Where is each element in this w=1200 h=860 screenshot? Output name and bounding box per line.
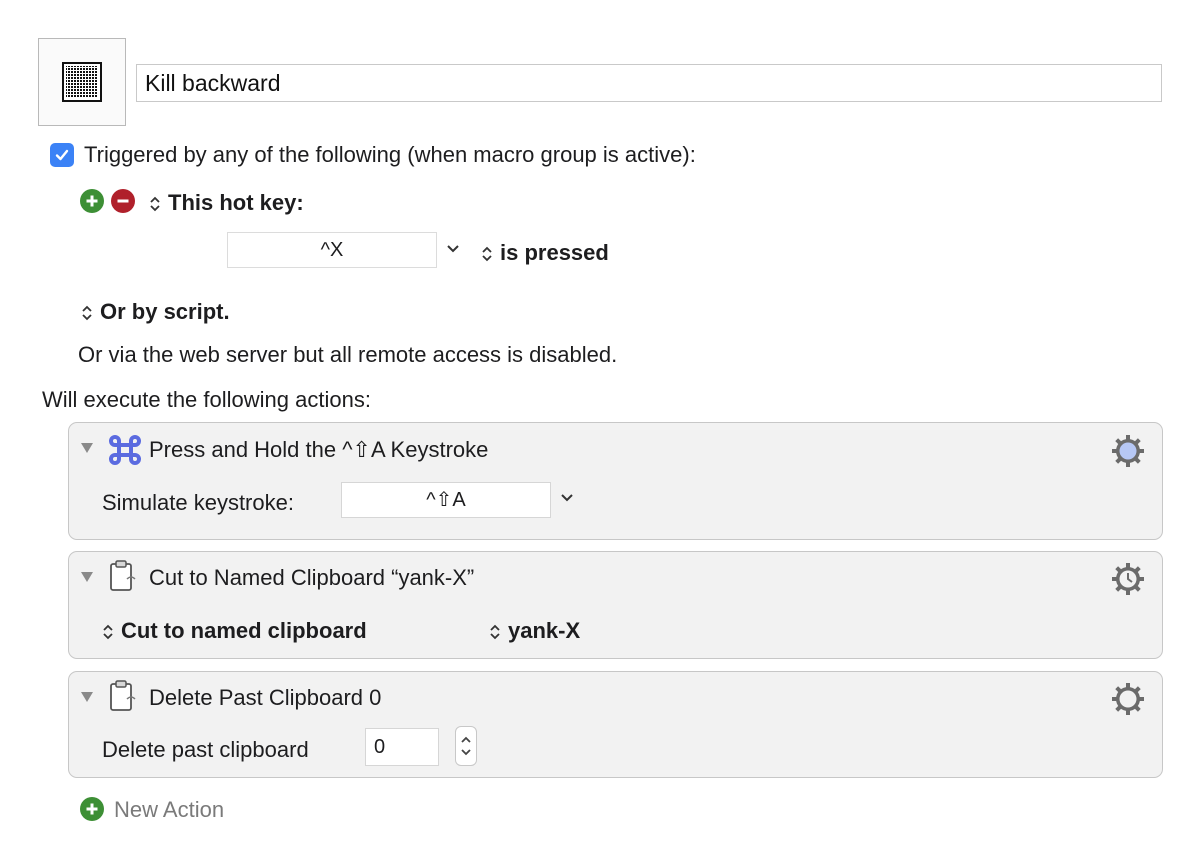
hotkey-trigger-popup[interactable]: This hot key: (148, 190, 304, 216)
action-delete-past-clipboard[interactable]: Delete Past Clipboard 0 Delete past clip… (68, 671, 1163, 778)
plus-icon (86, 803, 98, 815)
updown-chevron-icon (103, 624, 113, 640)
new-action-button[interactable]: New Action (114, 797, 224, 823)
script-trigger-label: Or by script. (100, 299, 230, 324)
named-clipboard-popup[interactable]: yank-X (488, 618, 580, 644)
macro-icon-well[interactable] (38, 38, 126, 126)
updown-chevron-icon (82, 305, 92, 321)
gear-icon[interactable] (1110, 561, 1146, 597)
action-title: Press and Hold the ^⇧A Keystroke (149, 437, 489, 462)
disclosure-triangle-icon[interactable] (81, 692, 93, 702)
minus-icon (117, 199, 129, 203)
web-server-text: Or via the web server but all remote acc… (78, 342, 618, 367)
simulate-keystroke-label: Simulate keystroke: (102, 490, 294, 515)
action-cut-named-clipboard[interactable]: Cut to Named Clipboard “yank-X” Cut to n… (68, 551, 1163, 659)
gear-icon[interactable] (1110, 433, 1146, 469)
disclosure-triangle-icon[interactable] (81, 572, 93, 582)
actions-heading: Will execute the following actions: (42, 387, 371, 412)
clipboard-number-field[interactable]: 0 (365, 728, 439, 766)
script-trigger-popup[interactable]: Or by script. (80, 299, 230, 325)
updown-chevron-icon (490, 624, 500, 640)
hotkey-condition-popup[interactable]: is pressed (480, 240, 609, 266)
triggers-enabled-label: Triggered by any of the following (when … (84, 142, 696, 167)
action-title: Delete Past Clipboard 0 (149, 685, 382, 710)
grid-icon (62, 62, 102, 102)
action-press-hold-keystroke[interactable]: Press and Hold the ^⇧A Keystroke Simulat… (68, 422, 1163, 540)
delete-past-clipboard-label: Delete past clipboard (102, 737, 309, 762)
updown-chevron-icon (482, 246, 492, 262)
clipboard-icon (110, 680, 136, 711)
triggers-enabled-checkbox[interactable] (50, 143, 74, 167)
updown-chevron-icon (150, 196, 160, 212)
disclosure-triangle-icon[interactable] (81, 443, 93, 453)
action-title: Cut to Named Clipboard “yank-X” (149, 565, 475, 590)
add-trigger-button[interactable] (80, 189, 104, 213)
keystroke-field[interactable]: ^⇧A (341, 482, 551, 518)
hotkey-condition-label: is pressed (500, 240, 609, 265)
hotkey-dropdown[interactable] (445, 242, 461, 261)
cut-clipboard-popup[interactable]: Cut to named clipboard (101, 618, 367, 644)
clipboard-number-stepper[interactable] (455, 726, 477, 766)
new-action-plus-button[interactable] (80, 797, 104, 821)
chevron-down-icon (447, 245, 459, 253)
named-clipboard-label: yank-X (508, 618, 581, 643)
gear-icon[interactable] (1110, 681, 1146, 717)
stepper-arrows-icon (461, 736, 471, 756)
chevron-down-icon[interactable] (559, 491, 575, 505)
macro-name-field[interactable]: Kill backward (136, 64, 1162, 102)
hotkey-trigger-label: This hot key: (168, 190, 304, 215)
remove-trigger-button[interactable] (111, 189, 135, 213)
plus-icon (86, 195, 98, 207)
checkmark-icon (55, 149, 69, 161)
clipboard-icon (110, 560, 136, 591)
cut-clipboard-label: Cut to named clipboard (121, 618, 367, 643)
hotkey-field[interactable]: ^X (227, 232, 437, 268)
command-key-icon (109, 435, 141, 465)
